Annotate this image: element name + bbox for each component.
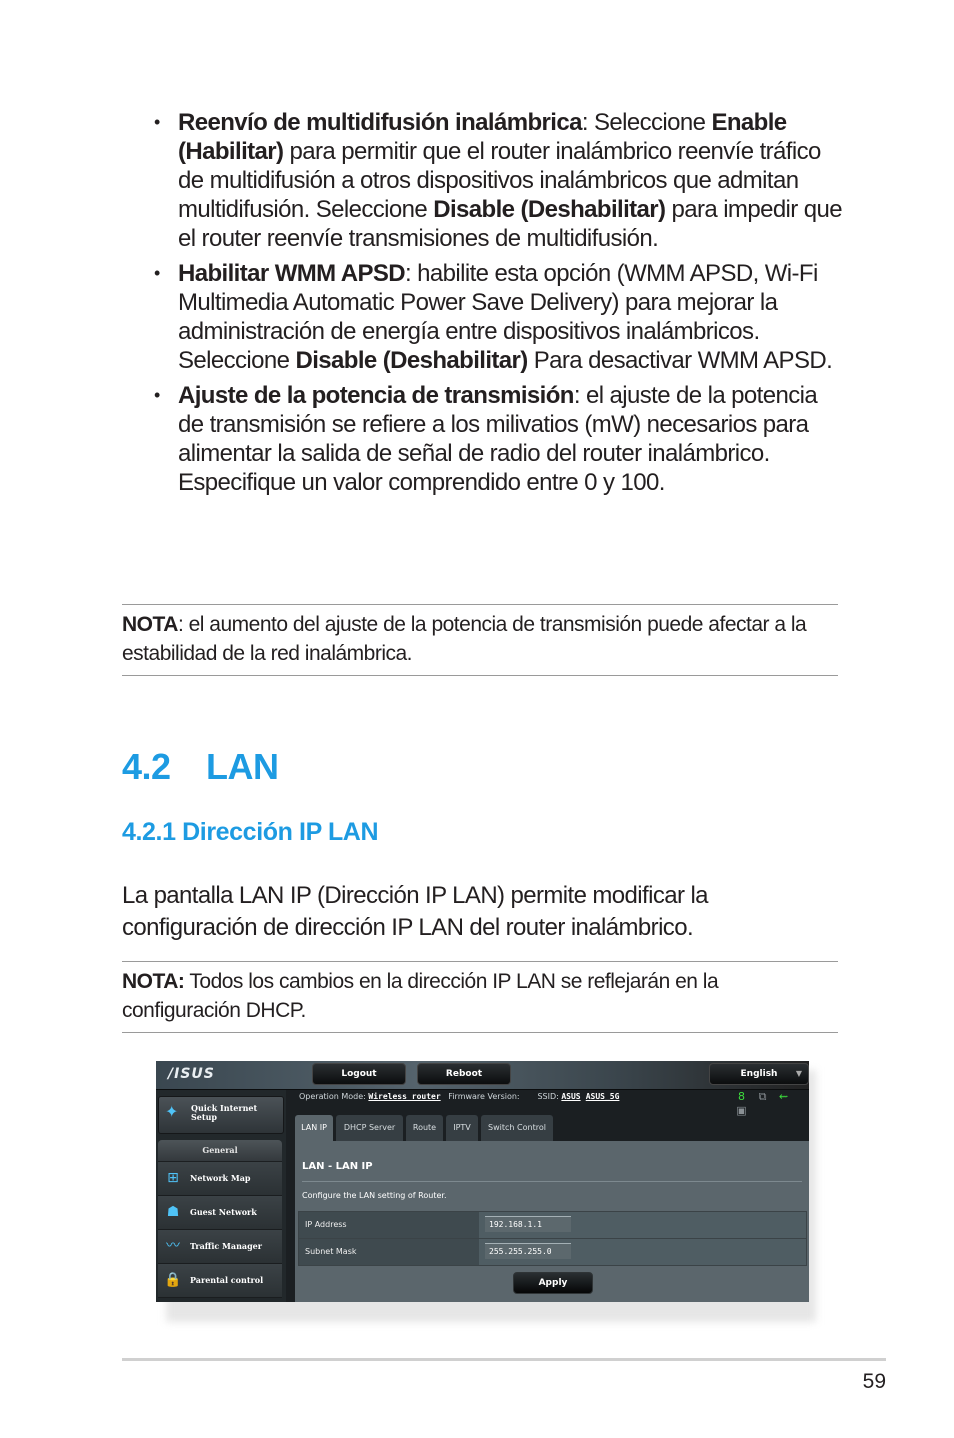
sidebar-item-label: Traffic Manager [190, 1241, 262, 1251]
section-title: LAN [206, 746, 279, 787]
subnet-mask-input[interactable] [485, 1243, 571, 1259]
network-map-icon: ⊞ [167, 1170, 179, 1186]
quick-internet-setup-button[interactable]: ✦ Quick Internet Setup [158, 1096, 284, 1134]
printer-icon[interactable]: ▣ [731, 1104, 752, 1117]
note-tx-power: NOTA: el aumento del ajuste de la potenc… [122, 610, 838, 668]
section-number: 4.2 [122, 746, 171, 787]
ip-address-label: IP Address [299, 1212, 479, 1238]
ip-address-input[interactable] [485, 1216, 571, 1232]
section-heading: 4.2 LAN [122, 746, 279, 788]
router-screenshot: /ISUS Logout Reboot English ▼ ✦ Quick Int… [156, 1061, 809, 1302]
bullet-dot: • [154, 385, 160, 405]
bullet-lead: Habilitar WMM APSD [178, 260, 406, 287]
panel-divider [302, 1181, 802, 1182]
magic-wand-icon: ✦ [165, 1102, 179, 1121]
sidebar-item-label: Network Map [190, 1173, 251, 1183]
bullet-phrase: : Seleccione [581, 109, 712, 136]
note-lan-ip: NOTA: Todos los cambios en la dirección … [122, 967, 838, 1025]
general-menu: General ⊞ Network Map ☗ Guest Network 〰 Tra… [158, 1140, 282, 1298]
field-row-subnet-mask: Subnet Mask [299, 1239, 806, 1265]
guest-network-icon: ☗ [166, 1204, 180, 1220]
footer-rule [122, 1358, 886, 1361]
bullet-wmm-apsd: • Habilitar WMM APSD: habilite esta opció… [152, 259, 842, 375]
reboot-button[interactable]: Reboot [417, 1063, 511, 1085]
manual-page: • Reenvío de multidifusión inalámbrica: S… [0, 0, 954, 1438]
sidebar-item-parental-control[interactable]: 🔒 Parental control [158, 1264, 282, 1298]
clients-icon[interactable]: 8 [731, 1090, 752, 1103]
bullet-text: Reenvío de multidifusión inalámbrica: Se… [178, 109, 843, 252]
logout-button[interactable]: Logout [312, 1063, 406, 1085]
quick-setup-label: Quick Internet Setup [191, 1103, 258, 1122]
settings-bullet-list: • Reenvío de multidifusión inalámbrica: S… [152, 108, 843, 503]
language-select[interactable]: English ▼ [709, 1063, 809, 1085]
bullet-dot: • [154, 263, 160, 283]
note-label: NOTA [122, 613, 178, 636]
lan-ip-panel: LAN - LAN IP Configure the LAN setting o… [295, 1141, 809, 1302]
note2-top-rule [122, 961, 838, 962]
devices-icon[interactable]: ⧉ [752, 1090, 773, 1104]
language-value: English [740, 1069, 778, 1079]
bullet-phrase: Para desactivar WMM APSD. [527, 347, 833, 374]
ssid-link-5g[interactable]: ASUS_5G [586, 1092, 620, 1101]
firmware-label: Firmware Version: [448, 1092, 520, 1101]
sidebar-item-guest-network[interactable]: ☗ Guest Network [158, 1196, 282, 1230]
ssid-label: SSID: [537, 1092, 559, 1101]
apply-button[interactable]: Apply [513, 1272, 593, 1294]
op-mode-link[interactable]: Wireless router [368, 1092, 440, 1101]
bullet-tx-power: • Ajuste de la potencia de transmisión: e… [152, 381, 842, 497]
ssid-link-24g[interactable]: ASUS [561, 1092, 580, 1101]
usb-icon[interactable]: ⇜ [773, 1090, 794, 1103]
bullet-lead: Ajuste de la potencia de transmisión [178, 382, 574, 409]
note-text: : el aumento del ajuste de la potencia d… [122, 613, 807, 665]
bullet-dot: • [154, 112, 160, 132]
tab-lan-ip[interactable]: LAN IP [295, 1115, 333, 1141]
panel-title: LAN - LAN IP [302, 1161, 373, 1172]
sidebar-item-traffic-manager[interactable]: 〰 Traffic Manager [158, 1230, 282, 1264]
traffic-manager-icon: 〰 [166, 1238, 180, 1254]
subnet-mask-label: Subnet Mask [299, 1239, 479, 1265]
sidebar-item-label: Parental control [190, 1275, 264, 1285]
note-top-rule [122, 604, 838, 605]
tab-dhcp-server[interactable]: DHCP Server [336, 1115, 403, 1141]
tab-iptv[interactable]: IPTV [446, 1115, 478, 1141]
panel-description: Configure the LAN setting of Router. [302, 1191, 447, 1200]
menu-header-general: General [158, 1140, 282, 1162]
router-topbar: /ISUS Logout Reboot English ▼ [156, 1061, 809, 1090]
lan-settings-table: IP Address Subnet Mask [298, 1211, 807, 1266]
note-text: Todos los cambios en la dirección IP LAN… [122, 970, 719, 1022]
chevron-down-icon: ▼ [795, 1069, 802, 1078]
sidebar-item-network-map[interactable]: ⊞ Network Map [158, 1162, 282, 1196]
subsection-heading: 4.2.1 Dirección IP LAN [122, 818, 379, 846]
op-mode-label: Operation Mode: [299, 1092, 366, 1101]
status-icons: 8 ⧉ ⇜ ▣ [731, 1090, 809, 1117]
bold-phrase: Disable (Deshabilitar) [295, 347, 528, 374]
note-bottom-rule [122, 675, 838, 676]
intro-paragraph: La pantalla LAN IP (Dirección IP LAN) pe… [122, 882, 709, 941]
asus-logo: /ISUS [168, 1066, 215, 1082]
tab-switch-control[interactable]: Switch Control [481, 1115, 553, 1141]
sidebar-item-label: Guest Network [190, 1207, 257, 1217]
lock-icon: 🔒 [164, 1272, 182, 1288]
status-bar: Operation Mode: Wireless router Firmware… [299, 1092, 619, 1101]
bullet-multicast: • Reenvío de multidifusión inalámbrica: S… [152, 108, 843, 253]
bold-phrase: Disable (Deshabilitar) [433, 196, 666, 223]
tab-route[interactable]: Route [406, 1115, 443, 1141]
bullet-text: Ajuste de la potencia de transmisión: el… [178, 382, 818, 496]
router-sidebar: ✦ Quick Internet Setup General ⊞ Network … [156, 1090, 286, 1302]
bullet-text: Habilitar WMM APSD: habilite esta opción… [178, 260, 833, 374]
page-number: 59 [862, 1370, 886, 1393]
bullet-lead: Reenvío de multidifusión inalámbrica [178, 109, 582, 136]
note-label: NOTA: [122, 970, 185, 993]
field-row-ip-address: IP Address [299, 1212, 806, 1239]
note2-bottom-rule [122, 1032, 838, 1033]
